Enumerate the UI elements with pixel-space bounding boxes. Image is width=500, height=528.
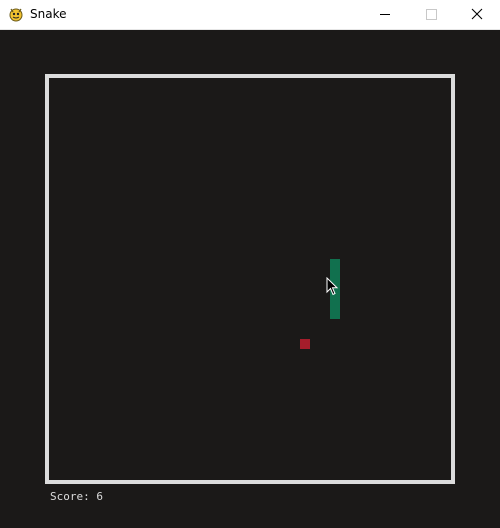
minimize-icon <box>380 14 390 15</box>
score-label: Score: 6 <box>50 490 103 503</box>
play-area-border <box>45 74 455 484</box>
maximize-icon <box>426 9 437 20</box>
minimize-button[interactable] <box>362 0 408 29</box>
food-item <box>300 339 310 349</box>
snake-window: Snake Score: 6 <box>0 0 500 528</box>
close-button[interactable] <box>454 0 500 29</box>
window-title: Snake <box>30 7 67 21</box>
close-icon <box>471 8 483 20</box>
maximize-button[interactable] <box>408 0 454 29</box>
pygame-snake-icon <box>9 8 23 22</box>
title-bar[interactable]: Snake <box>0 0 500 30</box>
mouse-cursor-icon <box>326 277 339 296</box>
